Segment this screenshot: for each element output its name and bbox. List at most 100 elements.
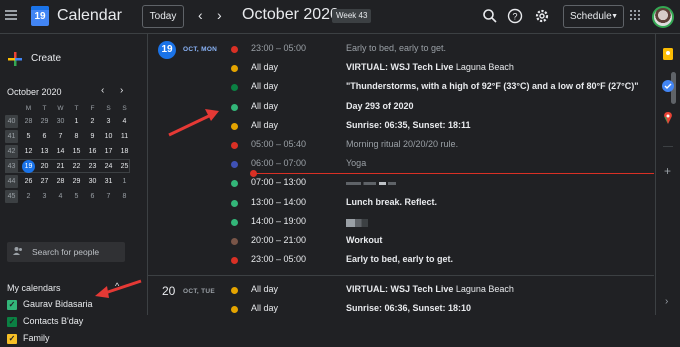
event-title-text: Lunch break. Reflect. xyxy=(346,196,438,207)
mini-calendar-day[interactable]: 28 xyxy=(54,175,67,188)
mini-calendar-day[interactable]: 19 xyxy=(22,160,35,173)
mini-calendar-day[interactable]: 25 xyxy=(118,160,131,173)
my-calendars-title[interactable]: My calendars xyxy=(7,283,61,293)
search-icon[interactable] xyxy=(482,8,498,24)
event-row[interactable]: All day "Thunderstorms, with a high of 92… xyxy=(231,80,638,96)
mini-calendar-day[interactable]: 30 xyxy=(54,115,67,128)
event-row[interactable]: All day VIRTUAL: WSJ Tech Live Laguna Bea… xyxy=(231,61,631,77)
mini-calendar-day[interactable]: 14 xyxy=(54,145,67,158)
calendar-item[interactable]: ✓ Family xyxy=(7,333,132,347)
today-button[interactable]: Today xyxy=(142,5,184,28)
event-location: Laguna Beach xyxy=(455,62,514,73)
top-bar: 19 Calendar Today ‹ › October 2020 Week … xyxy=(0,0,680,34)
mini-calendar-day[interactable]: 26 xyxy=(22,175,35,188)
mini-calendar-day[interactable]: 8 xyxy=(70,130,83,143)
keep-icon[interactable] xyxy=(662,48,674,60)
mini-calendar-day[interactable]: 15 xyxy=(70,145,83,158)
event-row[interactable]: All day Sunrise: 06:36, Sunset: 18:10 xyxy=(231,302,631,318)
mini-calendar-day[interactable]: 8 xyxy=(118,190,131,203)
event-color-dot xyxy=(231,103,238,111)
mini-calendar-day[interactable]: 29 xyxy=(70,175,83,188)
mini-calendar-day[interactable]: 5 xyxy=(22,130,35,143)
chevron-right-icon[interactable]: › xyxy=(217,7,222,23)
mini-calendar-day[interactable]: 12 xyxy=(22,145,35,158)
annotation-arrow xyxy=(95,279,142,298)
calendar-logo-icon[interactable]: 19 xyxy=(31,6,49,26)
day-label[interactable]: OCT, TUE xyxy=(183,288,215,295)
add-icon[interactable]: + xyxy=(664,164,671,178)
mini-calendar-day[interactable]: 28 xyxy=(22,115,35,128)
event-row[interactable]: All day Day 293 of 2020 xyxy=(231,100,631,116)
gear-icon[interactable] xyxy=(534,8,550,24)
event-color-dot xyxy=(231,287,238,294)
mini-calendar-day[interactable]: 10 xyxy=(102,130,115,143)
mini-calendar-day[interactable]: 22 xyxy=(70,160,83,173)
mini-calendar-day[interactable]: 13 xyxy=(38,145,51,158)
tasks-icon[interactable] xyxy=(662,80,674,92)
mini-calendar-day[interactable]: 3 xyxy=(38,190,51,203)
mini-calendar-day[interactable]: 18 xyxy=(118,145,131,158)
chevron-left-icon[interactable]: ‹ xyxy=(198,7,203,23)
week-number[interactable]: 40 xyxy=(5,115,18,128)
calendar-item[interactable]: ✓ Contacts B'day xyxy=(7,316,132,330)
calendar-item[interactable]: ✓ Gaurav Bidasaria xyxy=(7,299,132,313)
mini-calendar-day[interactable]: 7 xyxy=(54,130,67,143)
mini-calendar-day[interactable]: 2 xyxy=(86,115,99,128)
week-number[interactable]: 43 xyxy=(5,160,18,173)
mini-calendar-day[interactable]: 24 xyxy=(102,160,115,173)
mini-calendar-day[interactable]: 27 xyxy=(38,175,51,188)
checkbox[interactable]: ✓ xyxy=(7,317,17,327)
date-number[interactable]: 20 xyxy=(162,284,175,298)
week-number[interactable]: 41 xyxy=(5,130,18,143)
checkbox[interactable]: ✓ xyxy=(7,300,17,310)
day-label[interactable]: OCT, MON xyxy=(183,46,217,53)
expand-icon[interactable]: › xyxy=(665,296,668,307)
mini-calendar-day[interactable]: 11 xyxy=(118,130,131,143)
week-number[interactable]: 44 xyxy=(5,175,18,188)
week-number[interactable]: 45 xyxy=(5,190,18,203)
mini-calendar-day[interactable]: 6 xyxy=(86,190,99,203)
event-row[interactable]: 20:00 – 21:00 Workout xyxy=(231,234,631,250)
mini-calendar-day[interactable]: 31 xyxy=(102,175,115,188)
maps-icon[interactable] xyxy=(662,112,674,124)
mini-calendar-day[interactable]: 9 xyxy=(86,130,99,143)
mini-calendar-day[interactable]: 4 xyxy=(118,115,131,128)
mini-calendar-day[interactable]: 20 xyxy=(38,160,51,173)
event-row[interactable]: All day Sunrise: 06:35, Sunset: 18:11 xyxy=(231,119,631,135)
event-row[interactable]: 06:00 – 07:00 Yoga xyxy=(231,157,631,173)
mini-calendar-day[interactable]: 1 xyxy=(118,175,131,188)
mini-calendar-day[interactable]: 5 xyxy=(70,190,83,203)
mini-calendar-day[interactable]: 29 xyxy=(38,115,51,128)
event-row[interactable]: 05:00 – 05:40 Morning ritual 20/20/20 rul… xyxy=(231,138,631,154)
event-time: 23:00 – 05:00 xyxy=(251,43,307,53)
mini-calendar-day[interactable]: 2 xyxy=(22,190,35,203)
main-menu-icon[interactable] xyxy=(5,10,17,20)
create-button[interactable]: Create xyxy=(3,46,61,72)
mini-calendar-day[interactable]: 6 xyxy=(38,130,51,143)
event-row[interactable]: 14:00 – 19:00 xyxy=(231,215,631,231)
search-people-input[interactable]: Search for people xyxy=(7,242,125,262)
event-row[interactable]: 23:00 – 05:00 Early to bed, early to get. xyxy=(231,42,631,58)
today-date-badge[interactable]: 19 xyxy=(158,41,176,59)
avatar[interactable] xyxy=(652,6,674,28)
apps-icon[interactable] xyxy=(630,10,640,20)
help-icon[interactable]: ? xyxy=(507,8,523,24)
view-selector-button[interactable]: Schedule ▼ xyxy=(563,5,624,28)
mini-calendar-day[interactable]: 21 xyxy=(54,160,67,173)
mini-calendar-day[interactable]: 1 xyxy=(70,115,83,128)
week-number[interactable]: 42 xyxy=(5,145,18,158)
checkbox[interactable]: ✓ xyxy=(7,334,17,344)
event-row[interactable]: 13:00 – 14:00 Lunch break. Reflect. xyxy=(231,196,631,212)
event-row[interactable]: 23:00 – 05:00 Early to bed, early to get. xyxy=(231,253,631,269)
chevron-left-icon[interactable]: ‹ xyxy=(101,85,104,96)
mini-calendar-day[interactable]: 7 xyxy=(102,190,115,203)
mini-calendar-day[interactable]: 16 xyxy=(86,145,99,158)
mini-calendar-day[interactable]: 3 xyxy=(102,115,115,128)
mini-calendar-day[interactable]: 23 xyxy=(86,160,99,173)
event-row[interactable]: All day VIRTUAL: WSJ Tech Live Laguna Bea… xyxy=(231,283,631,299)
mini-calendar-day[interactable]: 4 xyxy=(54,190,67,203)
event-row[interactable]: 07:00 – 13:00 xyxy=(231,176,631,192)
mini-calendar-day[interactable]: 17 xyxy=(102,145,115,158)
mini-calendar-day[interactable]: 30 xyxy=(86,175,99,188)
chevron-right-icon[interactable]: › xyxy=(120,85,123,96)
